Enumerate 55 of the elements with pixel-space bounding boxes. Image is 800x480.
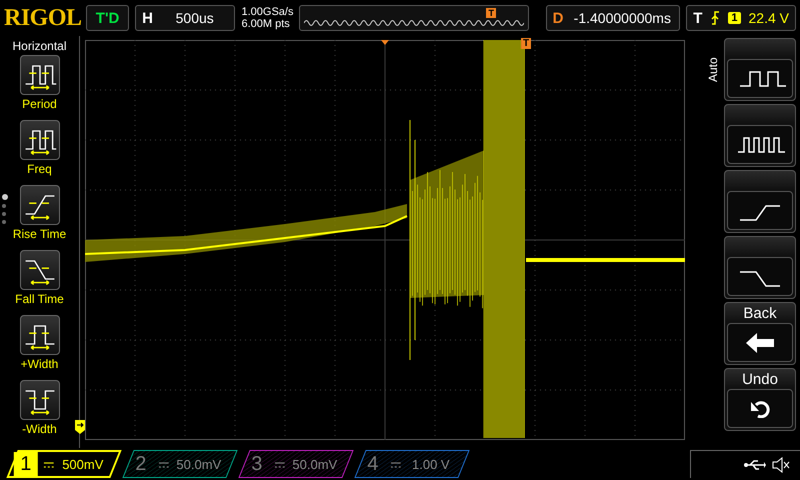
measure-button[interactable] [20, 55, 60, 95]
channel-tab[interactable]: 4 1.00 V [354, 450, 470, 478]
trigger-marker: T [521, 38, 532, 49]
memory-depth: 6.00M pts [241, 18, 291, 30]
waveform-overview-icon [304, 18, 524, 28]
softkey-label: Undo [742, 371, 778, 389]
measure-label: Freq [27, 162, 52, 176]
dc-coupling-icon [391, 461, 401, 467]
channel-ground-marker-icon [75, 420, 85, 434]
channel-scale: 50.0mV [176, 456, 222, 472]
channel-tab[interactable]: 2 50.0mV [122, 450, 238, 478]
channel-scale: 1.00 V [411, 456, 451, 472]
measure-label: Period [22, 97, 57, 111]
softkey-button[interactable] [727, 389, 793, 428]
sample-rate: 1.00GSa/s [241, 6, 294, 18]
measure-button[interactable] [20, 120, 60, 160]
softkey-button[interactable] [727, 125, 793, 164]
usb-icon [744, 458, 766, 470]
softkey-label: Back [743, 305, 777, 323]
speaker-muted-icon [772, 456, 790, 472]
horizontal-scale-display[interactable]: H 500us [135, 5, 236, 31]
measure-button[interactable] [20, 380, 60, 420]
trigger-display[interactable]: T 1 22.4 V [686, 5, 796, 31]
delay-display[interactable]: D -1.40000000ms [546, 5, 680, 31]
measure-button[interactable] [20, 250, 60, 290]
dc-coupling-icon [159, 461, 169, 467]
measure-button[interactable] [20, 315, 60, 355]
softkey-button[interactable] [727, 257, 793, 296]
channel-number: 3 [250, 452, 264, 476]
measure-label: Rise Time [12, 227, 66, 241]
channel-tab[interactable]: 3 50.0mV [238, 450, 354, 478]
dc-coupling-icon [44, 461, 54, 467]
channel-number: 2 [134, 452, 148, 476]
brand-logo: RIGOL [4, 4, 80, 32]
measure-label: +Width [20, 357, 58, 371]
softkey-button[interactable] [727, 59, 793, 98]
measure-button[interactable] [20, 185, 60, 225]
dc-coupling-icon [275, 461, 285, 467]
run-status[interactable]: T'D [86, 5, 130, 31]
rising-edge-icon [710, 11, 720, 25]
softkey-button[interactable] [727, 191, 793, 230]
trigger-marker: T [486, 8, 496, 18]
channel-scale: 50.0mV [292, 456, 338, 472]
channel-number: 4 [366, 452, 380, 476]
channel-tab[interactable]: 1 500mV [6, 450, 122, 478]
measure-label: -Width [22, 422, 57, 436]
menu-tab[interactable]: Auto [706, 40, 720, 100]
channel-scale: 500mV [61, 456, 105, 472]
measure-label: Fall Time [15, 292, 64, 306]
menu-title: Horizontal [12, 39, 67, 53]
undo-icon [750, 400, 770, 418]
trigger-position-icon [381, 40, 389, 45]
back-arrow-icon [746, 332, 774, 352]
softkey-button[interactable] [727, 323, 793, 362]
channel-number: 1 [14, 452, 38, 476]
